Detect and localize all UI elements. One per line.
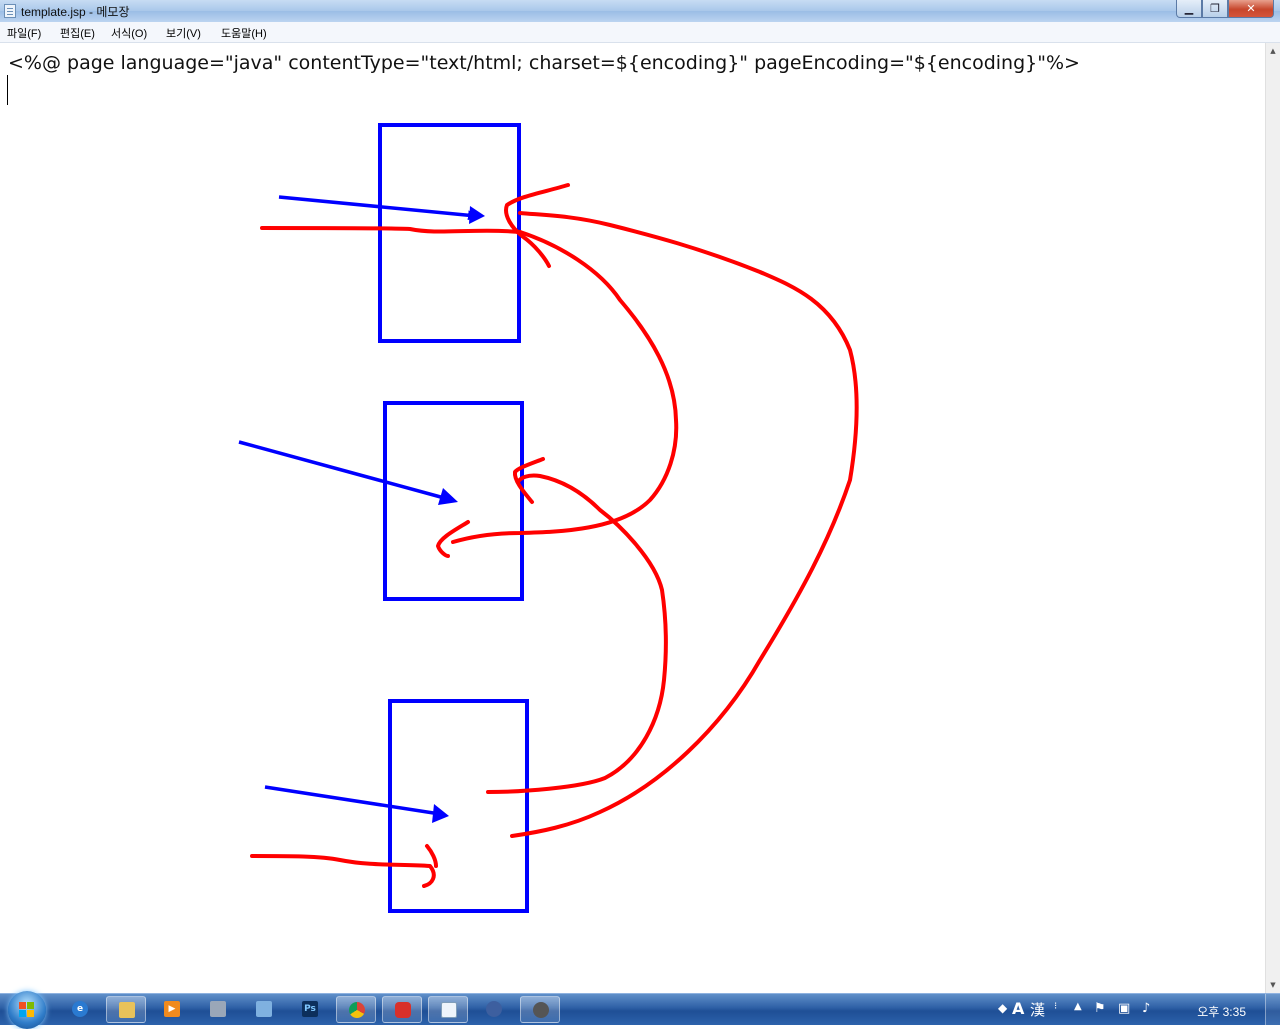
blue-arrow-middle: [238, 440, 449, 501]
show-desktop-button[interactable]: [1265, 994, 1280, 1025]
red-curve-outer: [510, 211, 859, 838]
photoshop-icon: Ps: [302, 1001, 318, 1017]
diagram-box-bottom: [388, 699, 529, 913]
notepad-icon: [441, 1002, 457, 1018]
blue-arrow-top: [278, 195, 478, 221]
hand-drawn-diagram: [238, 123, 859, 913]
media-player-icon: ▶: [164, 1001, 180, 1017]
scroll-down-arrow-icon[interactable]: ▼: [1266, 977, 1280, 993]
taskbar-windows-explorer[interactable]: [106, 996, 146, 1023]
calculator-icon: [210, 1001, 226, 1017]
ime-options-icon[interactable]: ⁝: [1054, 1001, 1057, 1012]
start-button[interactable]: [8, 991, 46, 1029]
maximize-button[interactable]: ❐: [1202, 0, 1228, 18]
red-arrowhead-top: [504, 183, 570, 268]
taskbar-acrobat[interactable]: [382, 996, 422, 1023]
show-hidden-icons-icon[interactable]: ▲: [1074, 1001, 1082, 1012]
window-controls: ▁ ❐ ✕: [1176, 0, 1274, 18]
action-center-flag-icon[interactable]: ⚑: [1094, 1001, 1106, 1016]
red-curve-inner: [451, 230, 679, 544]
ime-icon[interactable]: ◆: [998, 1001, 1007, 1015]
volume-icon[interactable]: ♪: [1142, 1001, 1150, 1016]
close-button[interactable]: ✕: [1228, 0, 1274, 18]
taskbar-media-player[interactable]: ▶: [152, 996, 192, 1023]
menu-help[interactable]: 도움말(H): [221, 25, 267, 41]
taskbar-settings[interactable]: [520, 996, 560, 1023]
notepad-icon: [4, 4, 16, 18]
taskbar-chrome[interactable]: [336, 996, 376, 1023]
menu-view[interactable]: 보기(V): [166, 25, 201, 41]
taskbar-internet-explorer[interactable]: e: [60, 996, 100, 1023]
text-editor[interactable]: <%@ page language="java" contentType="te…: [0, 43, 1265, 993]
network-icon: [486, 1001, 502, 1017]
blue-arrowhead-top: [469, 206, 485, 224]
taskbar-photoshop[interactable]: Ps: [290, 996, 330, 1023]
menu-bar: 파일(F) 편집(E) 서식(O) 보기(V) 도움말(H): [0, 22, 1280, 43]
acrobat-icon: [395, 1002, 411, 1018]
title-bar[interactable]: template.jsp - 메모장 ▁ ❐ ✕: [0, 0, 1280, 23]
red-line-bottom-incoming: [250, 854, 436, 888]
minimize-button[interactable]: ▁: [1176, 0, 1202, 18]
blue-arrowhead-middle: [438, 488, 458, 505]
menu-file[interactable]: 파일(F): [7, 25, 41, 41]
taskbar-notepad-plus[interactable]: [244, 996, 284, 1023]
menu-format[interactable]: 서식(O): [111, 25, 147, 41]
notepad-plus-icon: [256, 1001, 272, 1017]
scroll-up-arrow-icon[interactable]: ▲: [1266, 43, 1280, 59]
hanja-icon[interactable]: 漢: [1030, 999, 1045, 1020]
taskbar-calculator[interactable]: [198, 996, 238, 1023]
taskbar-network[interactable]: [474, 996, 514, 1023]
chrome-icon: [349, 1002, 365, 1018]
taskbar-notepad[interactable]: [428, 996, 468, 1023]
window-title: template.jsp - 메모장: [21, 5, 130, 19]
system-tray: ◆ A 漢 ⁝ ▲ ⚑ ▣ ♪ 오후 3:35: [990, 994, 1280, 1025]
clock[interactable]: 오후 3:35: [1197, 1003, 1246, 1020]
menu-edit[interactable]: 편집(E): [60, 25, 95, 41]
red-curve-middle: [486, 473, 668, 794]
ime-language-indicator[interactable]: A: [1012, 999, 1024, 1018]
network-status-icon[interactable]: ▣: [1118, 1001, 1130, 1016]
blue-arrow-bottom: [264, 785, 441, 816]
taskbar: e ▶ Ps ◆ A 漢 ⁝ ▲ ⚑ ▣ ♪ 오후 3:35: [0, 991, 1280, 1029]
gear-icon: [533, 1002, 549, 1018]
red-arrowhead-bottom: [425, 844, 438, 868]
internet-explorer-icon: e: [72, 1001, 88, 1017]
red-line-top-incoming: [260, 226, 522, 234]
windows-logo-icon: [19, 1002, 35, 1018]
vertical-scrollbar[interactable]: ▲ ▼: [1265, 43, 1280, 993]
blue-arrowhead-bottom: [432, 804, 449, 823]
folder-icon: [119, 1002, 135, 1018]
